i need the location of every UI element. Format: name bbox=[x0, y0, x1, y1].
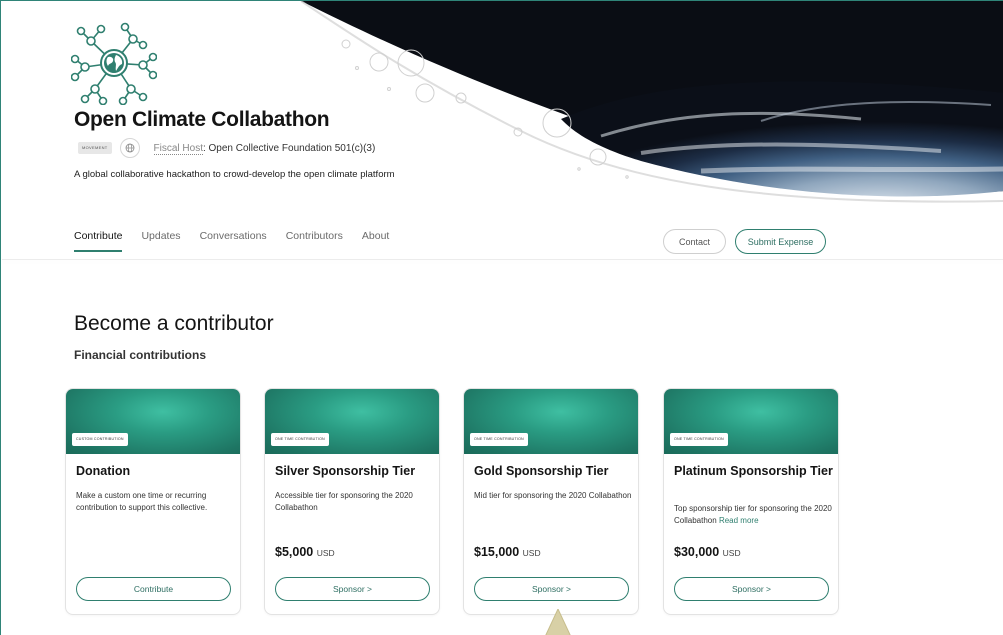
contact-button[interactable]: Contact bbox=[663, 229, 726, 254]
website-link[interactable] bbox=[119, 138, 140, 158]
tier-card-header: ONE TIME CONTRIBUTION bbox=[664, 389, 838, 454]
tier-tag: ONE TIME CONTRIBUTION bbox=[670, 433, 728, 446]
collective-hero: Open Climate Collabathon MOVEMENT Fiscal… bbox=[1, 1, 1003, 261]
fiscal-host-label[interactable]: Fiscal Host bbox=[153, 142, 203, 155]
tier-currency: USD bbox=[522, 548, 541, 558]
tier-card-gold: ONE TIME CONTRIBUTION Gold Sponsorship T… bbox=[463, 388, 639, 615]
page-frame: Open Climate Collabathon MOVEMENT Fiscal… bbox=[0, 0, 1003, 635]
tier-title[interactable]: Platinum Sponsorship Tier bbox=[674, 465, 834, 478]
tab-contributors[interactable]: Contributors bbox=[286, 230, 343, 252]
tier-price: $5,000 USD bbox=[275, 545, 335, 559]
sponsor-button[interactable]: Sponsor > bbox=[275, 577, 430, 601]
tier-price: $30,000 USD bbox=[674, 545, 741, 559]
tier-description: Make a custom one time or recurring cont… bbox=[76, 491, 208, 512]
submit-expense-button[interactable]: Submit Expense bbox=[735, 229, 826, 254]
section-subtitle: Financial contributions bbox=[74, 348, 207, 362]
tier-tag: ONE TIME CONTRIBUTION bbox=[470, 433, 528, 446]
read-more-link[interactable]: Read more bbox=[719, 516, 759, 525]
tier-card-donation: CUSTOM CONTRIBUTION Donation Make a cust… bbox=[65, 388, 241, 615]
tier-description: Mid tier for sponsoring the 2020 Collaba… bbox=[474, 491, 632, 500]
tier-description: Accessible tier for sponsoring the 2020 … bbox=[275, 491, 413, 512]
tier-currency: USD bbox=[316, 548, 335, 558]
tier-amount: $30,000 bbox=[674, 545, 720, 559]
tab-about[interactable]: About bbox=[362, 230, 389, 252]
tier-amount: $5,000 bbox=[275, 545, 314, 559]
tier-currency: USD bbox=[722, 548, 741, 558]
collective-tabs: Contribute Updates Conversations Contrib… bbox=[74, 230, 389, 252]
globe-icon bbox=[125, 143, 134, 153]
tab-updates[interactable]: Updates bbox=[141, 230, 180, 252]
sponsor-button[interactable]: Sponsor > bbox=[474, 577, 629, 601]
tab-contribute[interactable]: Contribute bbox=[74, 230, 123, 252]
tabs-divider bbox=[2, 259, 1003, 260]
tier-card-silver: ONE TIME CONTRIBUTION Silver Sponsorship… bbox=[264, 388, 440, 615]
tier-card-header: ONE TIME CONTRIBUTION bbox=[265, 389, 439, 454]
collective-logo bbox=[71, 22, 157, 105]
type-badge: MOVEMENT bbox=[78, 142, 112, 154]
collective-title: Open Climate Collabathon bbox=[74, 108, 330, 131]
tier-title[interactable]: Donation bbox=[76, 465, 236, 478]
tier-title[interactable]: Silver Sponsorship Tier bbox=[275, 465, 435, 478]
collective-description: A global collaborative hackathon to crow… bbox=[74, 169, 395, 180]
tier-amount: $15,000 bbox=[474, 545, 520, 559]
fiscal-host: Fiscal Host: Open Collective Foundation … bbox=[153, 142, 376, 155]
collective-meta: MOVEMENT Fiscal Host: Open Collective Fo… bbox=[78, 138, 375, 158]
tier-card-header: CUSTOM CONTRIBUTION bbox=[66, 389, 240, 454]
tier-tag: ONE TIME CONTRIBUTION bbox=[271, 433, 329, 446]
tier-tag: CUSTOM CONTRIBUTION bbox=[72, 433, 128, 446]
mouse-cursor-icon bbox=[545, 609, 571, 635]
tier-card-header: ONE TIME CONTRIBUTION bbox=[464, 389, 638, 454]
tab-conversations[interactable]: Conversations bbox=[200, 230, 267, 252]
tier-price: $15,000 USD bbox=[474, 545, 541, 559]
section-title: Become a contributor bbox=[74, 312, 274, 335]
fiscal-host-value: Open Collective Foundation 501(c)(3) bbox=[208, 142, 376, 154]
tier-card-platinum: ONE TIME CONTRIBUTION Platinum Sponsorsh… bbox=[663, 388, 839, 615]
contribute-button[interactable]: Contribute bbox=[76, 577, 231, 601]
tier-description: Top sponsorship tier for sponsoring the … bbox=[674, 503, 832, 526]
tier-title[interactable]: Gold Sponsorship Tier bbox=[474, 465, 634, 478]
sponsor-button[interactable]: Sponsor > bbox=[674, 577, 829, 601]
